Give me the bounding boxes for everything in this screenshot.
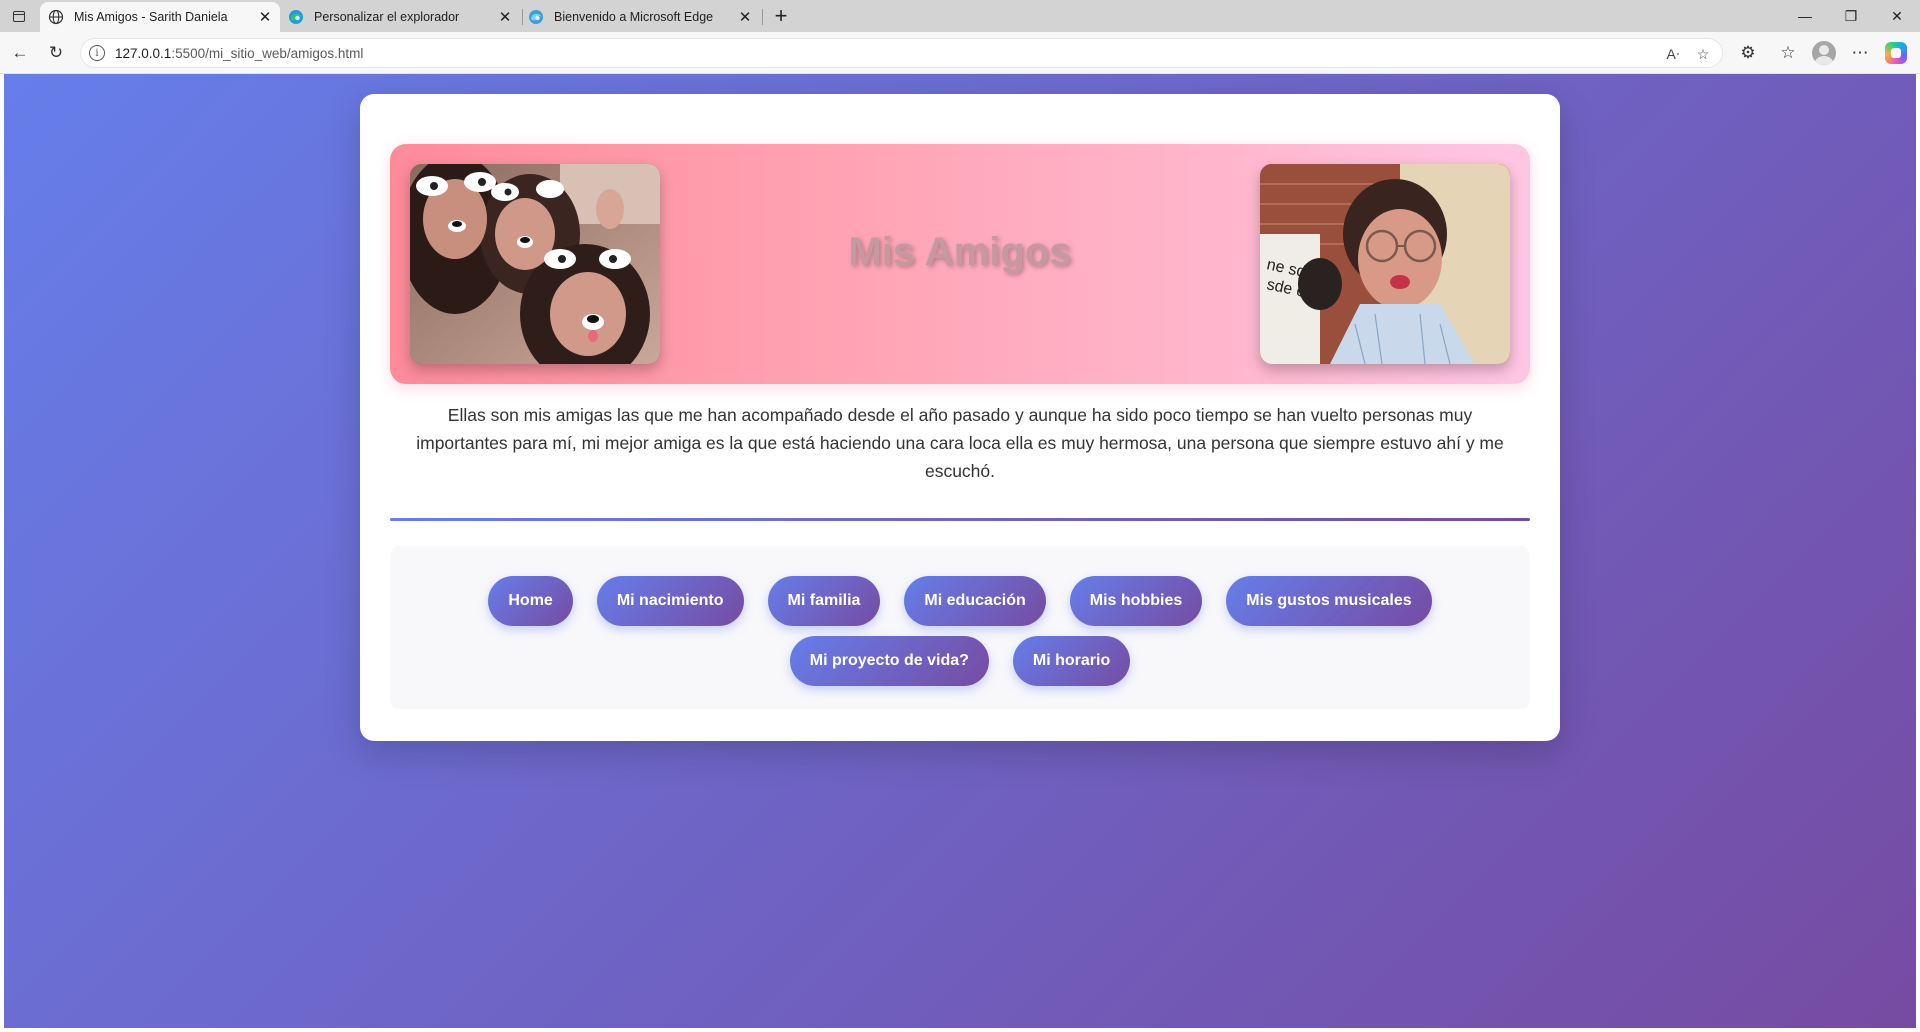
nav-mis-gustos-musicales-button[interactable]: Mis gustos musicales <box>1226 576 1432 626</box>
more-menu-icon[interactable]: ⋯ <box>1846 40 1874 66</box>
close-tab-icon[interactable]: ✕ <box>736 8 754 26</box>
tab-actions-button[interactable] <box>8 6 30 26</box>
tab-title: Personalizar el explorador <box>314 10 460 24</box>
nav-home-button[interactable]: Home <box>488 576 573 626</box>
back-icon[interactable]: ← <box>6 40 34 66</box>
tab-mis-amigos[interactable]: Mis Amigos - Sarith Daniela ✕ <box>40 2 280 32</box>
new-tab-button[interactable]: + <box>768 3 794 28</box>
header-banner: Mis Amigos ne sde sde e <box>390 144 1530 384</box>
favorite-star-icon[interactable]: ☆ <box>1693 45 1713 63</box>
copilot-icon[interactable] <box>1885 42 1907 64</box>
close-window-icon[interactable]: ✕ <box>1874 0 1920 32</box>
site-navigation: Home Mi nacimiento Mi familia Mi educaci… <box>390 546 1530 709</box>
close-tab-icon[interactable]: ✕ <box>496 8 514 26</box>
refresh-icon[interactable]: ↻ <box>42 40 70 66</box>
extensions-icon[interactable]: ⚙ <box>1734 40 1762 66</box>
friends-description: Ellas son mis amigas las que me han acom… <box>416 405 1504 481</box>
tab-strip: Mis Amigos - Sarith Daniela ✕ Personaliz… <box>0 0 1920 32</box>
read-aloud-icon[interactable]: Aᐧ <box>1663 45 1683 63</box>
profile-avatar-icon[interactable] <box>1812 41 1836 65</box>
url-text: 127.0.0.1:5500/mi_sitio_web/amigos.html <box>115 45 364 61</box>
edge-icon <box>289 10 303 24</box>
minimize-icon[interactable]: — <box>1782 0 1828 32</box>
tab-separator <box>762 9 763 25</box>
nav-row: Mi proyecto de vida? Mi horario <box>390 636 1530 686</box>
globe-icon <box>48 9 64 25</box>
tab-title: Mis Amigos - Sarith Daniela <box>74 10 228 24</box>
nav-mi-nacimiento-button[interactable]: Mi nacimiento <box>596 576 744 626</box>
page-viewport: Mis Amigos ne sde sde e Ellas son mis am… <box>4 74 1916 1028</box>
nav-mi-horario-button[interactable]: Mi horario <box>1012 636 1131 686</box>
tab-personalizar[interactable]: Personalizar el explorador ✕ <box>280 2 520 32</box>
nav-mi-familia-button[interactable]: Mi familia <box>767 576 881 626</box>
tab-actions-icon <box>13 11 25 22</box>
section-divider <box>390 518 1530 521</box>
browser-toolbar: ← ↻ i 127.0.0.1:5500/mi_sitio_web/amigos… <box>0 32 1920 74</box>
site-info-icon[interactable]: i <box>89 45 105 61</box>
content-card: Mis Amigos ne sde sde e Ellas son mis am… <box>360 94 1560 741</box>
nav-mi-educacion-button[interactable]: Mi educación <box>904 576 1046 626</box>
tab-title: Bienvenido a Microsoft Edge <box>554 10 714 24</box>
nav-mi-proyecto-de-vida-button[interactable]: Mi proyecto de vida? <box>789 636 989 686</box>
nav-row: Home Mi nacimiento Mi familia Mi educaci… <box>390 576 1530 626</box>
best-friend-photo: ne sde sde e <box>1260 164 1510 364</box>
nav-mis-hobbies-button[interactable]: Mis hobbies <box>1069 576 1203 626</box>
tab-bienvenido[interactable]: Bienvenido a Microsoft Edge ✕ <box>520 2 760 32</box>
close-tab-icon[interactable]: ✕ <box>256 8 274 26</box>
edge-icon <box>529 10 543 24</box>
favorites-icon[interactable]: ☆ <box>1774 40 1802 66</box>
address-bar[interactable]: i 127.0.0.1:5500/mi_sitio_web/amigos.htm… <box>80 38 1723 68</box>
restore-icon[interactable]: ❐ <box>1828 0 1874 32</box>
